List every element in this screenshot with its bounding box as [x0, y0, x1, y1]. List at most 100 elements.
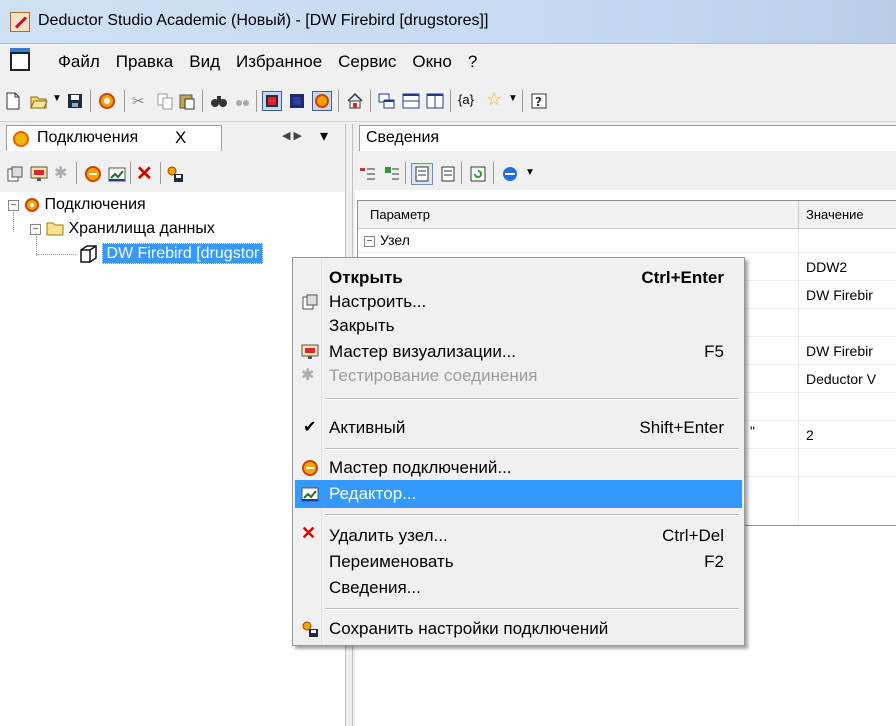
editor-icon[interactable]: [108, 165, 126, 183]
menu-item-details[interactable]: Сведения...: [295, 574, 742, 602]
row-value: DW Firebir: [806, 287, 873, 303]
menu-separator: [325, 514, 739, 516]
settings-icon[interactable]: [6, 165, 24, 183]
row-param: ": [750, 423, 755, 439]
tab-scroll-arrows-icon[interactable]: ◀ ▶: [282, 129, 302, 142]
paste-icon[interactable]: [178, 92, 196, 110]
menu-item-shortcut: Ctrl+Del: [662, 526, 724, 545]
save-icon[interactable]: [66, 92, 84, 110]
open-dropdown-arrow-icon[interactable]: ▼: [52, 93, 62, 104]
tab-connections[interactable]: Подключения X: [6, 125, 222, 151]
connections-panel-icon[interactable]: [312, 91, 332, 111]
scenario-panel-icon[interactable]: [262, 91, 282, 111]
app-logo-icon: [10, 12, 30, 32]
collapse-group-icon[interactable]: −: [364, 236, 375, 247]
collapse-root-icon[interactable]: −: [8, 200, 19, 211]
home-icon[interactable]: [346, 92, 364, 110]
toolbar-separator: [160, 162, 161, 184]
menu-item-connection-wizard[interactable]: Мастер подключений...: [295, 454, 742, 482]
tree-node-connections[interactable]: Подключения: [24, 194, 146, 216]
tree-line: [13, 212, 14, 232]
menu-item-label: Сохранить настройки подключений: [329, 619, 609, 638]
menu-separator: [325, 448, 739, 450]
context-menu: Открыть Ctrl+Enter Настроить... Закрыть …: [292, 257, 745, 646]
row-value: Deductor V: [806, 371, 877, 387]
tree-node-dw-firebird[interactable]: DW Firebird [drugstor: [78, 242, 264, 266]
connections-panel-header: Подключения X ◀ ▶ ▾: [0, 124, 347, 154]
column-header-value[interactable]: Значение: [806, 207, 864, 222]
menu-service[interactable]: Сервис: [330, 52, 404, 72]
grid-group-row[interactable]: − Узел: [358, 229, 896, 253]
column-header-parameter[interactable]: Параметр: [370, 207, 430, 222]
menu-edit[interactable]: Правка: [108, 52, 181, 72]
copy-icon[interactable]: [156, 92, 174, 110]
find-next-icon[interactable]: [234, 92, 252, 110]
menu-file[interactable]: Файл: [50, 52, 108, 72]
connection-wizard-icon[interactable]: [98, 92, 116, 110]
menu-window[interactable]: Окно: [404, 52, 460, 72]
tab-close-icon[interactable]: X: [175, 128, 186, 148]
menu-item-label: Сведения...: [329, 578, 421, 597]
menu-view[interactable]: Вид: [181, 52, 228, 72]
toolbar-separator: [90, 90, 91, 112]
menu-item-close[interactable]: Закрыть: [295, 312, 742, 340]
cut-icon[interactable]: ✂: [132, 92, 150, 110]
menu-item-delete-node[interactable]: ✕ Удалить узел... Ctrl+Del: [295, 522, 742, 550]
menu-favorites[interactable]: Избранное: [228, 52, 330, 72]
expand-all-icon[interactable]: [383, 165, 401, 183]
connection-wizard-icon: [302, 460, 318, 476]
toolbar-separator: [76, 162, 77, 184]
connection-wizard-icon[interactable]: [84, 165, 102, 183]
variables-icon[interactable]: {a}: [458, 92, 482, 110]
open-folder-icon[interactable]: [30, 92, 48, 110]
visualization-wizard-icon[interactable]: [30, 165, 48, 183]
menu-item-active[interactable]: ✔ Активный Shift+Enter: [295, 414, 742, 442]
browser-icon[interactable]: [501, 165, 519, 183]
list-view-icon[interactable]: [439, 165, 457, 183]
test-connection-icon: ✱: [301, 367, 315, 384]
row-value: DW Firebir: [806, 343, 873, 359]
menu-separator: [325, 398, 739, 400]
help-icon[interactable]: ?: [530, 92, 548, 110]
svg-text:?: ?: [535, 95, 542, 109]
menu-item-rename[interactable]: Переименовать F2: [295, 548, 742, 576]
details-toolbar: ▼: [355, 154, 896, 190]
favorites-star-icon[interactable]: ☆: [486, 89, 504, 109]
visualization-wizard-icon: [301, 344, 319, 359]
tile-vertical-icon[interactable]: [426, 92, 444, 110]
checkmark-icon: ✔: [303, 419, 317, 436]
grid-header: Параметр Значение: [358, 201, 896, 229]
menu-item-label: Переименовать: [329, 552, 454, 571]
menu-item-save-settings[interactable]: Сохранить настройки подключений: [295, 615, 742, 643]
document-window-icon[interactable]: [10, 48, 30, 71]
favorites-dropdown-arrow-icon[interactable]: ▼: [508, 93, 518, 104]
save-settings-icon[interactable]: [166, 165, 184, 183]
menu-item-editor[interactable]: Редактор...: [295, 480, 742, 508]
tab-details[interactable]: Сведения: [359, 125, 896, 151]
toolbar-separator: [124, 90, 125, 112]
cascade-windows-icon[interactable]: [378, 92, 396, 110]
find-binoculars-icon[interactable]: [210, 92, 228, 110]
browser-dropdown-arrow-icon[interactable]: ▼: [525, 167, 535, 178]
toolbar-separator: [256, 90, 257, 112]
details-panel-header: Сведения: [355, 124, 896, 154]
panel-menu-icon[interactable]: ▾: [320, 126, 328, 146]
new-document-icon[interactable]: [4, 92, 22, 110]
menu-separator: [325, 608, 739, 610]
menu-item-label: Удалить узел...: [329, 526, 448, 545]
menu-item-label: Активный: [329, 418, 406, 437]
tree-view-icon[interactable]: [411, 163, 433, 185]
menu-help[interactable]: ?: [460, 52, 485, 72]
menu-item-shortcut: Shift+Enter: [639, 418, 724, 437]
save-settings-icon: [302, 621, 318, 637]
tree-node-data-warehouses[interactable]: Хранилища данных: [46, 218, 215, 240]
data-panel-icon[interactable]: [288, 92, 306, 110]
toolbar-separator: [370, 90, 371, 112]
tile-horizontal-icon[interactable]: [402, 92, 420, 110]
collapse-all-icon[interactable]: [359, 165, 377, 183]
collapse-folder-icon[interactable]: −: [30, 224, 41, 235]
menu-item-label: Закрыть: [329, 316, 395, 335]
delete-icon[interactable]: ✕: [136, 161, 154, 185]
column-divider[interactable]: [798, 201, 799, 229]
refresh-icon[interactable]: [469, 165, 487, 183]
